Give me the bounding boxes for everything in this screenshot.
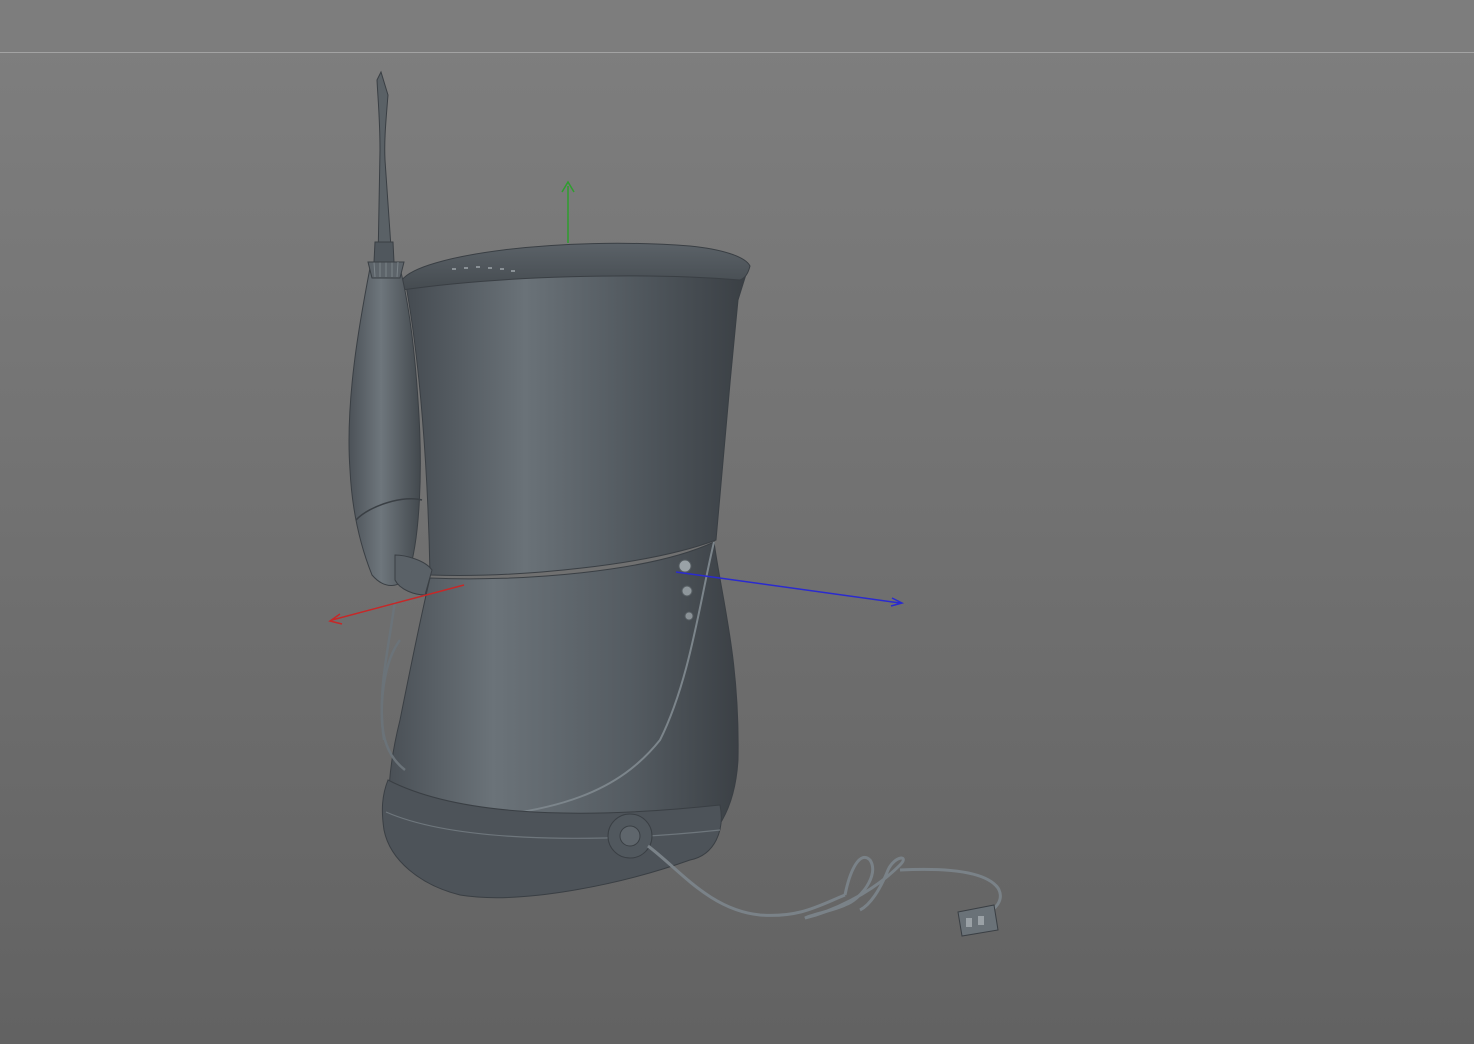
- scene-canvas[interactable]: [0, 0, 1474, 1044]
- reservoir[interactable]: [404, 256, 749, 576]
- plug[interactable]: [957, 904, 999, 937]
- pressure-button: [684, 611, 694, 621]
- tip-collar: [367, 261, 405, 279]
- 3d-viewport[interactable]: [0, 0, 1474, 1044]
- y-axis-arrow[interactable]: [561, 180, 575, 243]
- mode-button: [681, 585, 693, 597]
- power-button: [678, 559, 692, 573]
- nozzle-tip[interactable]: [373, 70, 395, 263]
